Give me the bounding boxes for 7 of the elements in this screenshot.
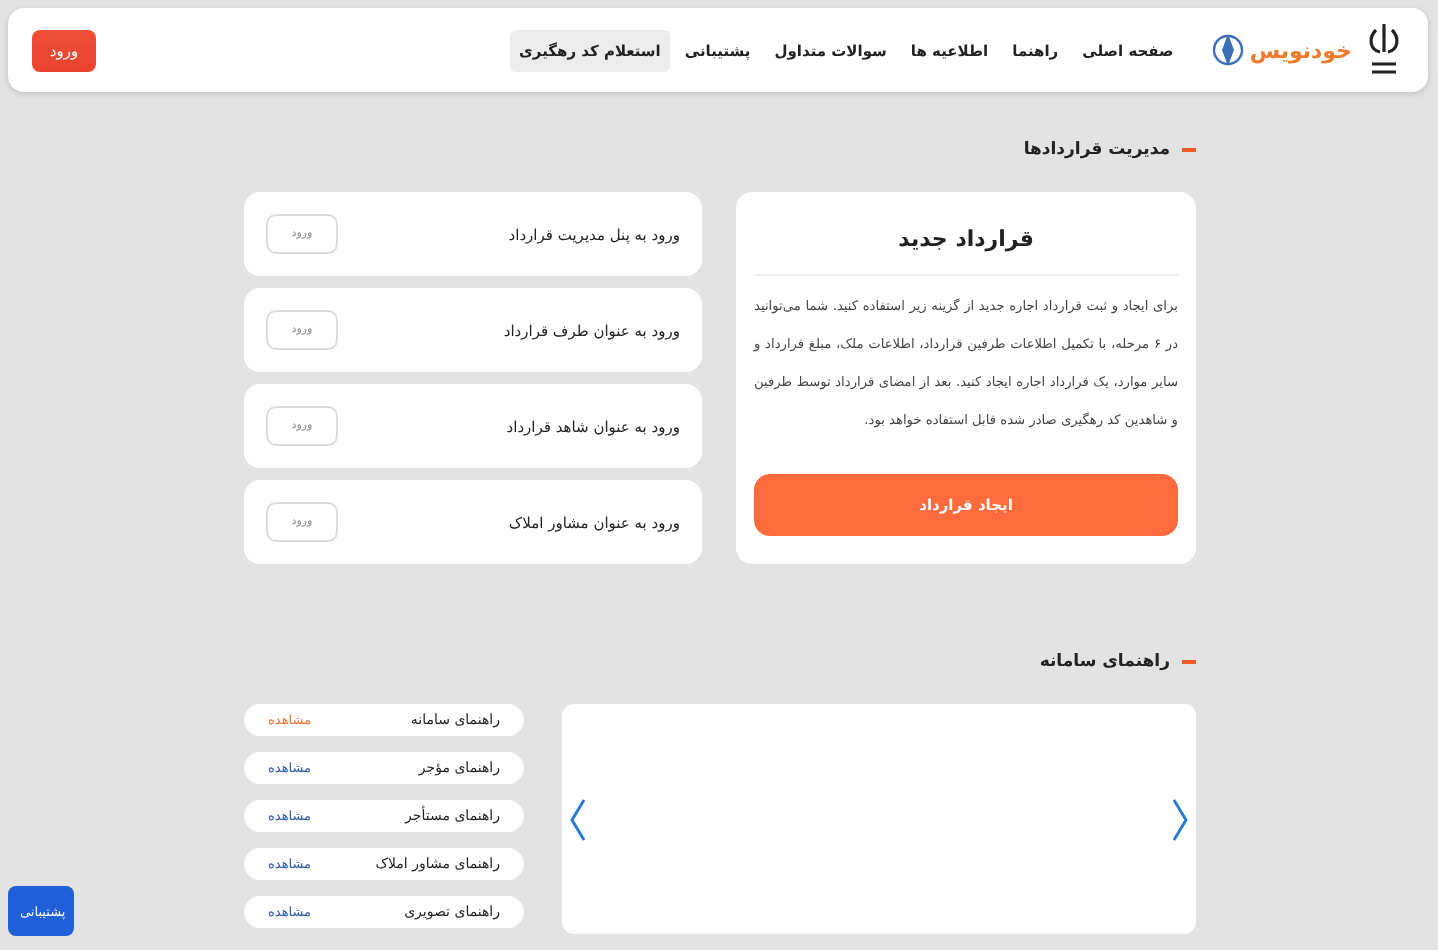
brand-name: خودنویس: [1249, 37, 1352, 63]
section-title: راهنمای سامانه: [1039, 652, 1170, 672]
card-title: قرارداد جدید: [754, 192, 1178, 276]
chevron-right-icon[interactable]: [1170, 795, 1190, 843]
emblem-icon: [1364, 20, 1404, 80]
section-title: مدیریت قراردادها: [1023, 140, 1170, 160]
chevron-left-icon[interactable]: [568, 795, 588, 843]
